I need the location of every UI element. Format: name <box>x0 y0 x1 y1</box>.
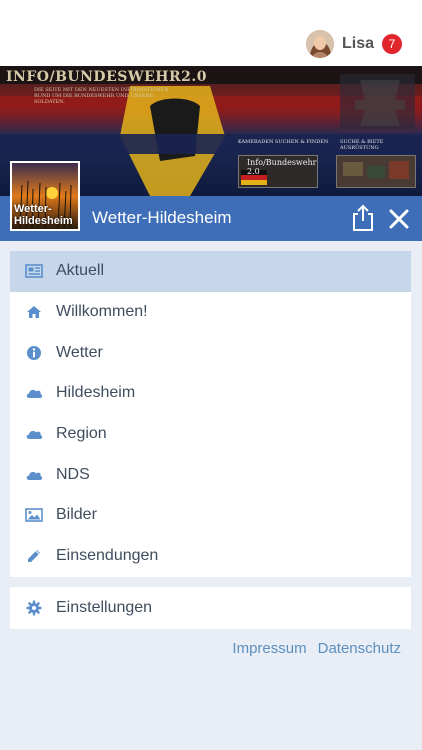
avatar <box>305 30 334 58</box>
top-bar: Lisa 7 <box>0 0 422 66</box>
banner-subtitle: DIE SEITE MIT DEN NEUESTEN INFORMATIONEN… <box>34 87 169 105</box>
menu-item-label: Bilder <box>56 506 97 524</box>
user-name: Lisa <box>341 35 374 52</box>
group-title: Wetter-Hildesheim <box>92 208 232 227</box>
menu-item-label: Aktuell <box>56 262 105 280</box>
menu-item-label: Hildesheim <box>56 384 136 402</box>
pencil-icon <box>24 548 44 564</box>
image-icon <box>24 507 44 523</box>
banner-thumbnail-gear <box>336 155 416 188</box>
menu-item-region[interactable]: Region <box>10 414 411 455</box>
close-icon <box>389 209 409 229</box>
menu-item-label: NDS <box>56 465 90 483</box>
menu-item-aktuell[interactable]: Aktuell <box>10 251 411 292</box>
banner-title: INFO/BUNDESWEHR2.0 <box>6 69 207 85</box>
group-logo: Wetter-Hildesheim <box>10 161 80 231</box>
home-icon <box>24 304 44 320</box>
news-icon <box>24 263 44 279</box>
cloud-icon <box>24 385 44 401</box>
menu-item-einstellungen[interactable]: Einstellungen <box>10 587 411 629</box>
info-icon <box>24 345 44 361</box>
menu-item-einsendungen[interactable]: Einsendungen <box>10 536 411 577</box>
menu-item-label: Wetter <box>56 343 103 361</box>
banner-link-kameraden: KAMERADEN SUCHEN & FINDEN <box>238 139 329 145</box>
menu-item-bilder[interactable]: Bilder <box>10 495 411 536</box>
footer-links: Impressum Datenschutz <box>232 640 401 657</box>
group-logo-text: Wetter-Hildesheim <box>14 203 73 227</box>
share-icon <box>353 204 373 231</box>
share-button[interactable] <box>350 204 376 232</box>
menu-item-hildesheim[interactable]: Hildesheim <box>10 373 411 414</box>
datenschutz-link[interactable]: Datenschutz <box>318 640 401 657</box>
menu-item-willkommen[interactable]: Willkommen! <box>10 292 411 333</box>
menu-item-label: Willkommen! <box>56 303 148 321</box>
menu-item-nds[interactable]: NDS <box>10 454 411 495</box>
menu-item-label: Einsendungen <box>56 547 159 565</box>
navigation-menu: Aktuell Willkommen! Wetter Hildesheim Re… <box>10 251 411 577</box>
close-button[interactable] <box>386 206 412 232</box>
banner-thumbnail: Info/Bundeswehr 2.0 <box>238 155 318 188</box>
user-menu[interactable]: Lisa 7 <box>305 29 402 59</box>
settings-label: Einstellungen <box>56 599 153 616</box>
menu-item-wetter[interactable]: Wetter <box>10 332 411 373</box>
gear-icon <box>24 600 44 616</box>
banner-link-ausruestung: SUCHE & BIETE AUSRÜSTUNG <box>340 139 384 151</box>
notification-badge[interactable]: 7 <box>382 34 402 54</box>
cloud-icon <box>24 426 44 442</box>
banner-thumbnail-text: Info/Bundeswehr 2.0 <box>247 158 317 176</box>
menu-item-label: Region <box>56 425 107 443</box>
impressum-link[interactable]: Impressum <box>232 640 306 657</box>
cloud-icon <box>24 467 44 483</box>
